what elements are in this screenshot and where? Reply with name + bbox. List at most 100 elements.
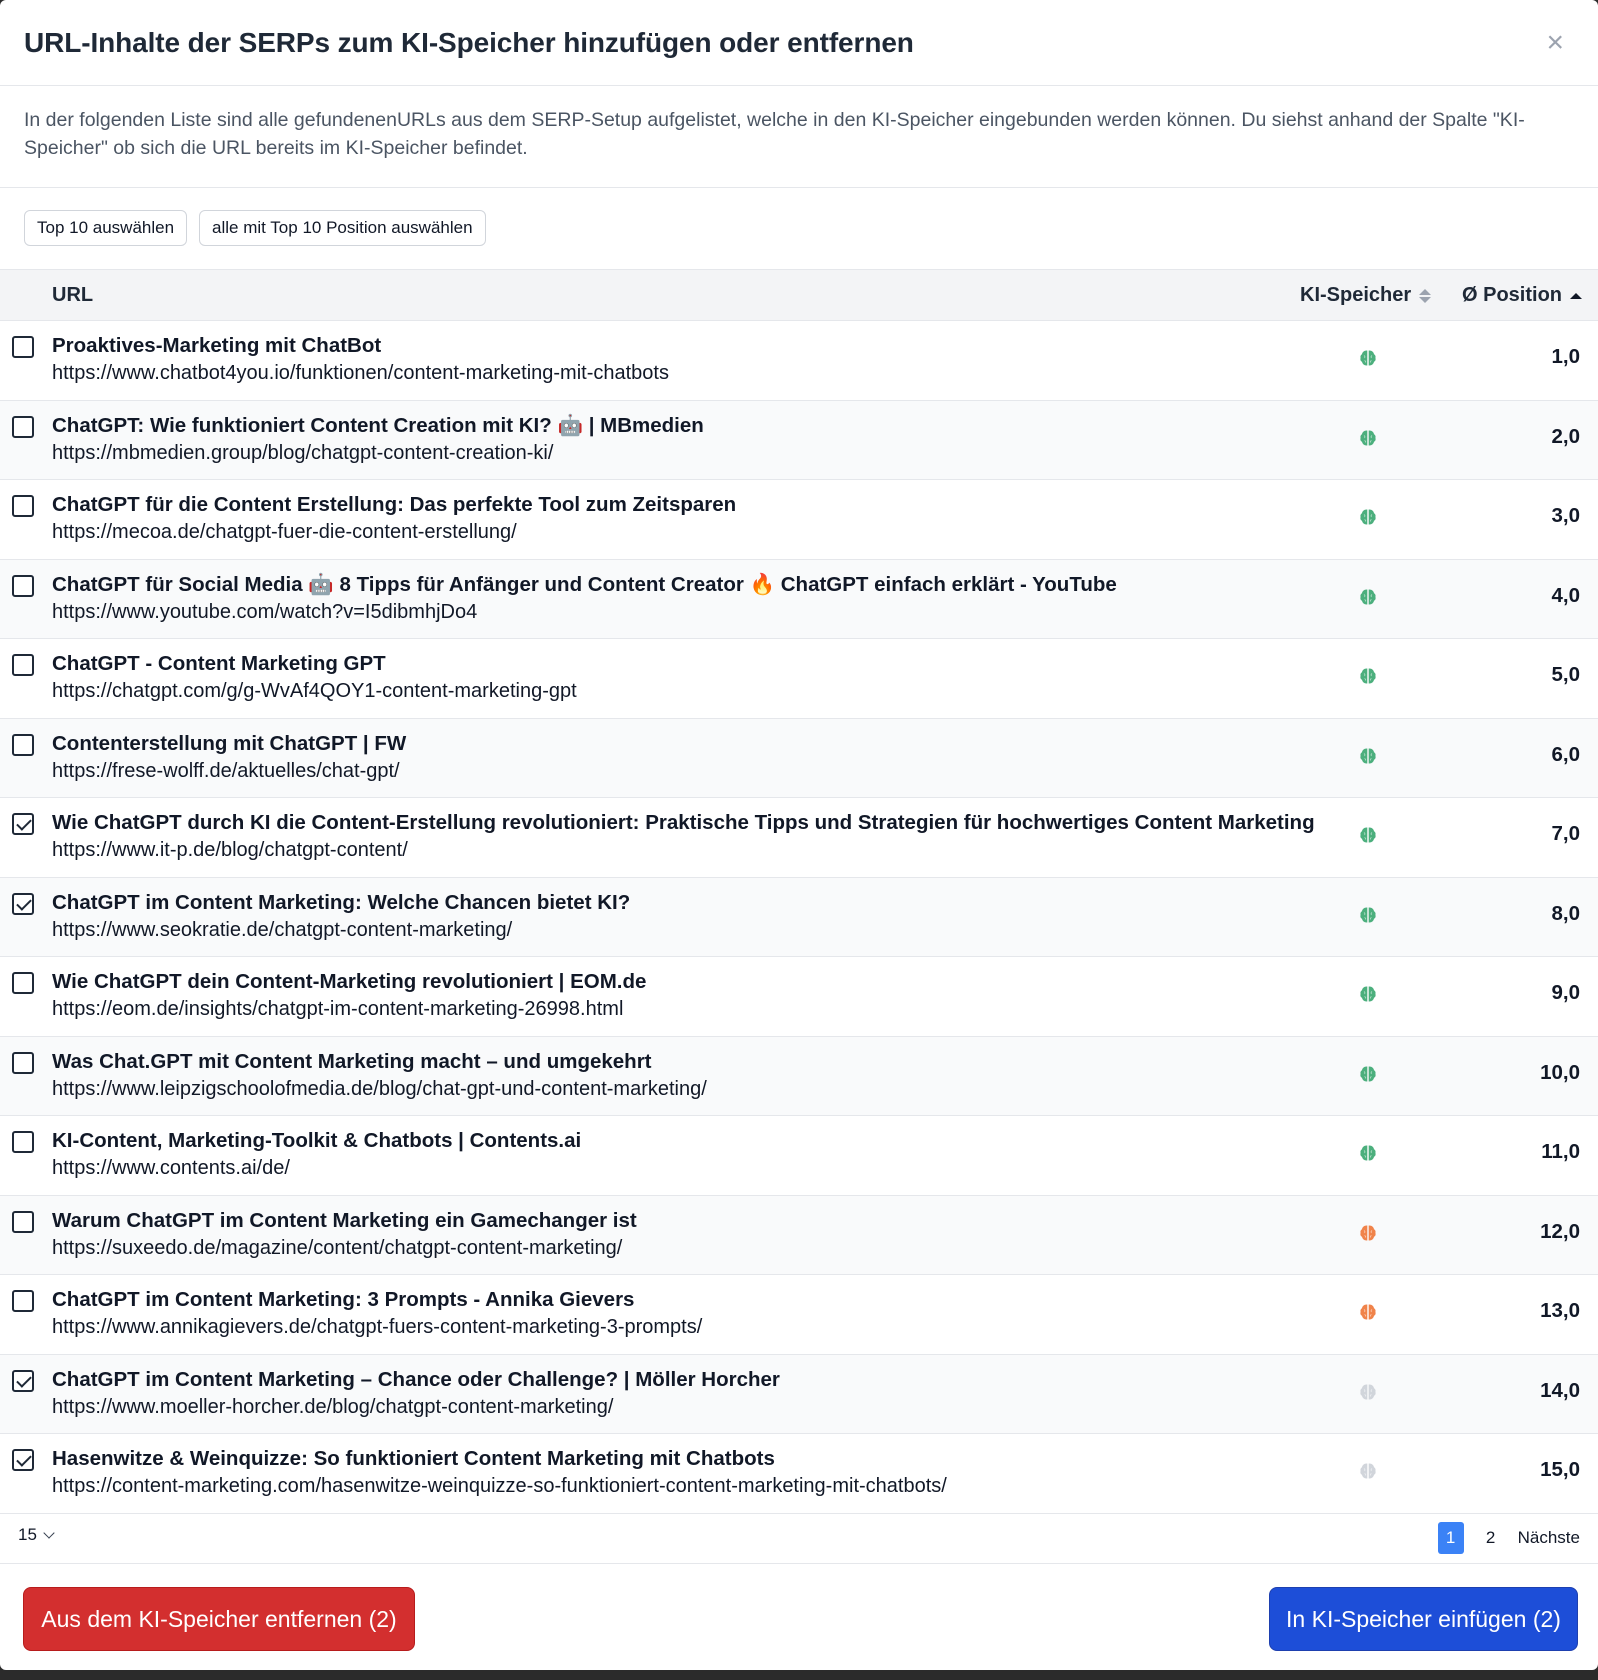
row-position: 6,0 [1551, 742, 1581, 766]
row-url[interactable]: https://www.moeller-horcher.de/blog/chat… [52, 1396, 613, 1419]
table-body: Proaktives-Marketing mit ChatBot https://… [0, 321, 1598, 1514]
row-position: 2,0 [1551, 424, 1581, 448]
row-checkbox[interactable] [12, 336, 34, 358]
next-page-button[interactable]: Nächste [1518, 1522, 1580, 1554]
row-url[interactable]: https://www.youtube.com/watch?v=I5dibmhj… [52, 601, 477, 624]
modal-dialog: URL-Inhalte der SERPs zum KI-Speicher hi… [0, 0, 1598, 1670]
table-row: Contenterstellung mit ChatGPT | FW https:… [0, 718, 1598, 798]
dialog-header: URL-Inhalte der SERPs zum KI-Speicher hi… [0, 0, 1598, 86]
table-row: Proaktives-Marketing mit ChatBot https://… [0, 321, 1598, 401]
row-title: ChatGPT für die Content Erstellung: Das … [52, 493, 737, 516]
row-position: 11,0 [1541, 1140, 1580, 1163]
select-top10-button[interactable]: Top 10 auswählen [24, 210, 188, 246]
remove-from-ki-speicher-button[interactable]: Aus dem KI-Speicher entfernen (2) [23, 1587, 415, 1651]
row-url[interactable]: https://mbmedien.group/blog/chatgpt-cont… [52, 442, 553, 465]
row-position: 13,0 [1540, 1299, 1580, 1322]
brain-icon [1360, 1463, 1376, 1479]
row-title: ChatGPT: Wie funktioniert Content Creati… [52, 413, 704, 437]
sort-ascending-icon [1570, 292, 1582, 299]
row-position: 5,0 [1551, 663, 1581, 686]
table-row: Wie ChatGPT durch KI die Content-Erstell… [0, 798, 1598, 878]
row-checkbox[interactable] [12, 892, 34, 915]
column-header-position[interactable]: Ø Position [1462, 284, 1582, 307]
brain-icon [1360, 747, 1376, 764]
row-title: ChatGPT im Content Marketing: Welche Cha… [52, 890, 631, 914]
row-title: Contenterstellung mit ChatGPT | FW [52, 731, 407, 755]
sort-icon [1419, 288, 1432, 303]
row-title: ChatGPT für Social Media 🤖 8 Tipps für A… [52, 572, 1117, 596]
selection-actions: Top 10 auswählen alle mit Top 10 Positio… [0, 188, 1598, 269]
page-1-button[interactable]: 1 [1437, 1522, 1464, 1554]
pagination: 1 2 Nächste [1437, 1522, 1580, 1554]
brain-icon [1360, 668, 1376, 684]
brain-icon [1360, 1304, 1376, 1320]
row-checkbox[interactable] [12, 733, 34, 756]
row-url[interactable]: https://frese-wolff.de/aktuelles/chat-gp… [52, 760, 400, 783]
row-title: Proaktives-Marketing mit ChatBot [52, 334, 382, 357]
row-checkbox[interactable] [12, 574, 34, 597]
table-row: Wie ChatGPT dein Content-Marketing revol… [0, 957, 1598, 1037]
column-header-ki-speicher[interactable]: KI-Speicher [1300, 284, 1432, 307]
row-url[interactable]: https://www.contents.ai/de/ [52, 1157, 290, 1180]
row-url[interactable]: https://www.chatbot4you.io/funktionen/co… [52, 362, 669, 385]
brain-icon [1360, 906, 1376, 923]
row-url[interactable]: https://www.leipzigschoolofmedia.de/blog… [52, 1078, 707, 1101]
row-position: 7,0 [1551, 822, 1581, 845]
row-title: Wie ChatGPT dein Content-Marketing revol… [52, 970, 647, 993]
chevron-down-icon [43, 1527, 55, 1539]
column-header-position-label: Ø Position [1462, 284, 1562, 306]
row-checkbox[interactable] [12, 1369, 34, 1392]
row-url[interactable]: https://chatgpt.com/g/g-WvAf4QOY1-conten… [52, 680, 577, 703]
select-top10-position-button[interactable]: alle mit Top 10 Position auswählen [199, 210, 486, 246]
table-row: ChatGPT im Content Marketing – Chance od… [0, 1354, 1598, 1434]
row-url[interactable]: https://www.it-p.de/blog/chatgpt-content… [52, 839, 408, 862]
row-url[interactable]: https://www.seokratie.de/chatgpt-content… [52, 919, 512, 942]
brain-icon [1360, 588, 1376, 605]
row-checkbox[interactable] [12, 813, 34, 835]
table-row: Warum ChatGPT im Content Marketing ein G… [0, 1195, 1598, 1275]
brain-icon [1360, 1065, 1376, 1082]
row-title: ChatGPT - Content Marketing GPT [52, 652, 386, 675]
brain-icon [1360, 1383, 1376, 1400]
rows-per-page-value: 15 [18, 1525, 37, 1544]
row-title: Warum ChatGPT im Content Marketing ein G… [52, 1208, 637, 1232]
brain-icon [1360, 827, 1376, 843]
row-url[interactable]: https://www.annikagievers.de/chatgpt-fue… [52, 1316, 702, 1339]
row-checkbox[interactable] [12, 1449, 34, 1471]
brain-icon [1360, 350, 1376, 366]
row-title: Hasenwitze & Weinquizze: So funktioniert… [52, 1447, 775, 1470]
row-title: ChatGPT im Content Marketing: 3 Prompts … [52, 1288, 635, 1311]
row-checkbox[interactable] [12, 1290, 34, 1312]
rows-per-page-select[interactable]: 15 [18, 1525, 55, 1545]
row-url[interactable]: https://suxeedo.de/magazine/content/chat… [52, 1237, 622, 1260]
row-position: 4,0 [1551, 583, 1581, 607]
brain-icon [1360, 509, 1376, 525]
row-title: KI-Content, Marketing-Toolkit & Chatbots… [52, 1129, 582, 1152]
row-checkbox[interactable] [12, 415, 34, 438]
row-title: Was Chat.GPT mit Content Marketing macht… [52, 1049, 652, 1073]
row-checkbox[interactable] [12, 972, 34, 994]
row-position: 10,0 [1540, 1060, 1580, 1084]
dialog-description: In der folgenden Liste sind alle gefunde… [0, 86, 1598, 188]
add-to-ki-speicher-button[interactable]: In KI-Speicher einfügen (2) [1269, 1587, 1578, 1651]
page-2-button[interactable]: 2 [1478, 1522, 1504, 1554]
dialog-title: URL-Inhalte der SERPs zum KI-Speicher hi… [24, 26, 914, 58]
row-title: Wie ChatGPT durch KI die Content-Erstell… [52, 811, 1315, 834]
table-footer: 15 1 2 Nächste [0, 1511, 1598, 1564]
row-checkbox[interactable] [12, 654, 34, 676]
row-checkbox[interactable] [12, 1131, 34, 1153]
close-icon[interactable]: × [1546, 27, 1564, 58]
row-checkbox[interactable] [12, 1051, 34, 1074]
row-url[interactable]: https://content-marketing.com/hasenwitze… [52, 1475, 947, 1498]
column-header-ki-label: KI-Speicher [1300, 284, 1412, 306]
row-position: 3,0 [1551, 504, 1581, 527]
row-url[interactable]: https://mecoa.de/chatgpt-fuer-die-conten… [52, 521, 517, 544]
table-row: ChatGPT für die Content Erstellung: Das … [0, 480, 1598, 560]
row-url[interactable]: https://eom.de/insights/chatgpt-im-conte… [52, 998, 623, 1021]
row-position: 1,0 [1551, 345, 1581, 368]
table-row: Hasenwitze & Weinquizze: So funktioniert… [0, 1434, 1598, 1514]
row-checkbox[interactable] [12, 1210, 34, 1233]
row-position: 12,0 [1540, 1219, 1580, 1243]
row-checkbox[interactable] [12, 495, 34, 517]
row-position: 14,0 [1540, 1378, 1580, 1402]
